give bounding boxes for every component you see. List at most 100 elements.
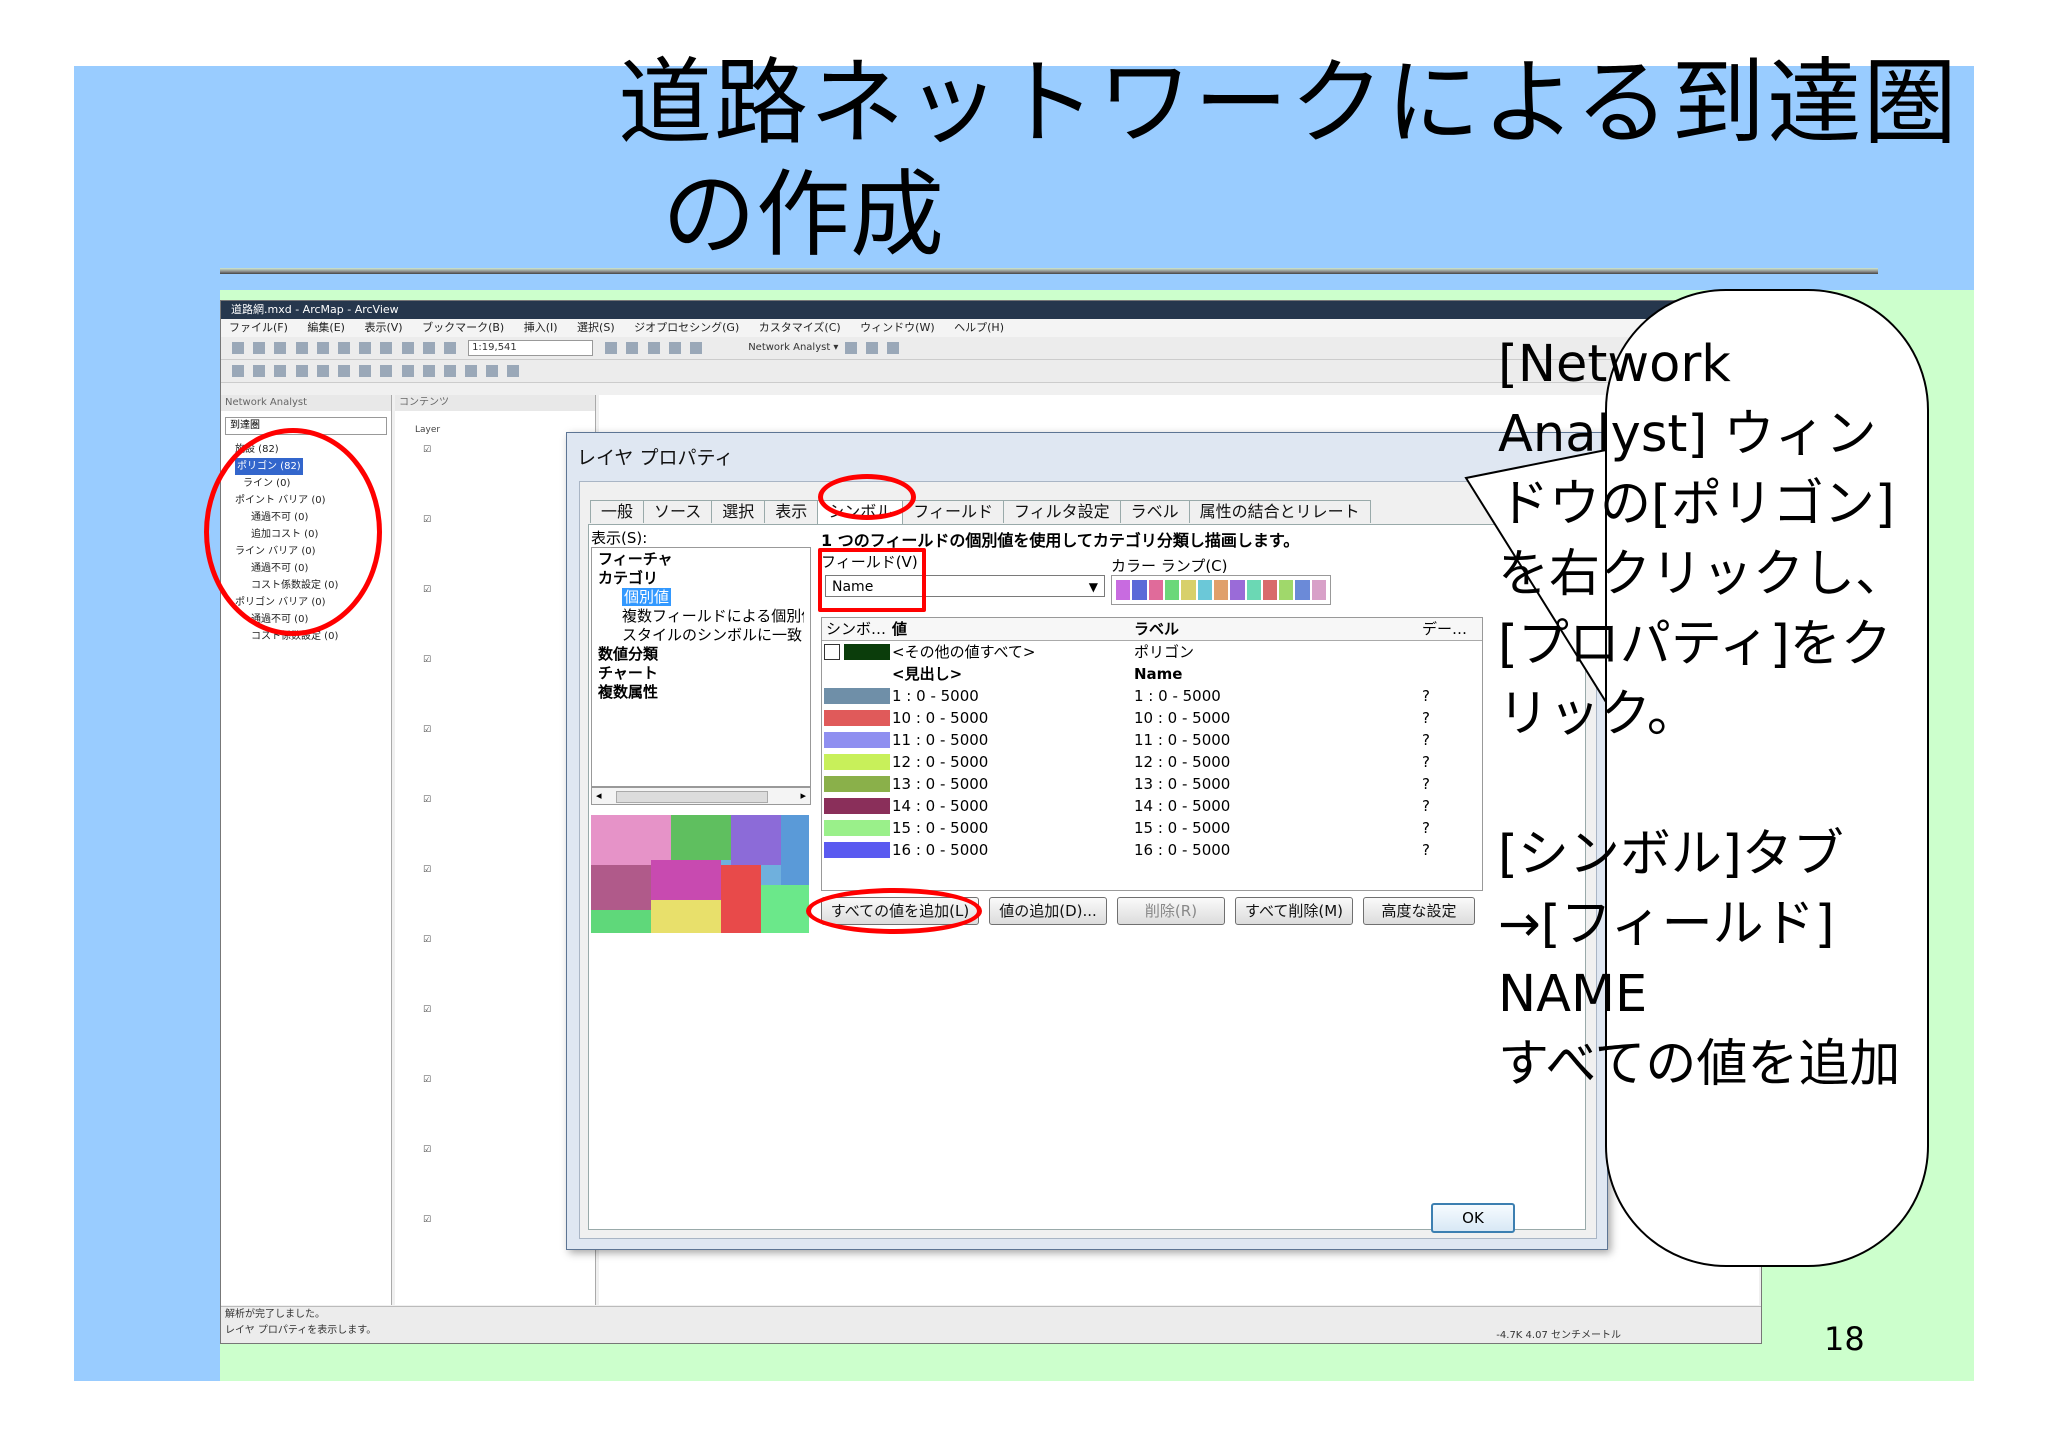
column-value[interactable]: 値 [892,618,907,640]
toc-checkbox-icon[interactable]: ☑ [423,1215,431,1225]
menu-item[interactable]: 選択(S) [577,321,615,334]
all-other-values-checkbox[interactable] [824,644,840,660]
status-bar: 解析が完了しました。 レイヤ プロパティを表示します。 -4.7K 4.07 セ… [221,1306,1761,1343]
tab-fields[interactable]: フィールド [902,500,1004,523]
tab-selection[interactable]: 選択 [711,500,766,523]
toc-checkbox-icon[interactable]: ☑ [423,1145,431,1155]
identify-icon[interactable] [443,365,456,377]
network-analyst-toolbar-menu[interactable]: Network Analyst ▾ [748,342,838,353]
symbol-swatch[interactable] [824,688,890,704]
tab-display[interactable]: 表示 [764,500,819,523]
menu-item[interactable]: ファイル(F) [229,321,288,334]
symbol-swatch[interactable] [824,732,890,748]
column-label[interactable]: ラベル [1134,618,1179,640]
menu-item[interactable]: ブックマーク(B) [422,321,504,334]
redo-icon[interactable] [422,342,435,354]
add-data-icon[interactable] [443,342,456,354]
toc-checkbox-icon[interactable]: ☑ [423,515,431,525]
remove-button[interactable]: 削除(R) [1117,897,1225,925]
editor-icon[interactable] [605,342,618,354]
paste-icon[interactable] [359,342,372,354]
menu-item[interactable]: ジオプロセシング(G) [634,321,739,334]
toc-checkbox-icon[interactable]: ☑ [423,1075,431,1085]
hyperlink-icon[interactable] [507,365,520,377]
color-ramp-select[interactable] [1111,575,1331,605]
toc-checkbox-icon[interactable]: ☑ [423,655,431,665]
menu-item[interactable]: ウィンドウ(W) [860,321,934,334]
toc-checkbox-icon[interactable]: ☑ [423,865,431,875]
toolbox-icon[interactable] [668,342,681,354]
delete-icon[interactable] [380,342,393,354]
symbol-swatch[interactable] [824,754,890,770]
forward-icon[interactable] [380,365,393,377]
toc-title: コンテンツ [395,395,595,411]
scroll-thumb[interactable] [616,791,768,803]
symbol-swatch[interactable] [824,776,890,792]
tab-source[interactable]: ソース [643,500,713,523]
copy-icon[interactable] [337,342,350,354]
symbol-swatch[interactable] [824,710,890,726]
print-icon[interactable] [295,342,308,354]
na-window-icon[interactable] [844,342,857,354]
new-service-area-icon[interactable] [865,342,878,354]
zoom-out-icon[interactable] [253,365,266,377]
renderer-features[interactable]: フィーチャ [598,550,804,569]
fixed-zoom-in-icon[interactable] [316,365,329,377]
select-features-icon[interactable] [401,365,414,377]
row-label: 11 : 0 - 5000 [1134,731,1231,749]
tab-labels[interactable]: ラベル [1119,500,1190,523]
python-icon[interactable] [690,342,702,354]
symbol-swatch[interactable] [824,798,890,814]
pan-icon[interactable] [274,365,287,377]
renderer-unique-values-many[interactable]: 複数フィールドによる個別値 [598,607,804,626]
scroll-left-icon[interactable]: ◂ [596,789,602,802]
menu-item[interactable]: 表示(V) [364,321,402,334]
catalog-icon[interactable] [626,342,639,354]
scale-box[interactable]: 1:19,541 [468,340,594,356]
renderer-match-style[interactable]: スタイルのシンボルに一致 [598,626,804,645]
save-icon[interactable] [274,342,287,354]
back-icon[interactable] [359,365,372,377]
column-symbol[interactable]: シンボ… [826,618,886,640]
fixed-zoom-out-icon[interactable] [337,365,350,377]
select-elements-icon[interactable] [422,365,435,377]
zoom-in-icon[interactable] [232,365,244,377]
menu-item[interactable]: ヘルプ(H) [954,321,1004,334]
renderer-quantities[interactable]: 数値分類 [598,645,804,664]
new-icon[interactable] [232,342,244,354]
symbol-swatch[interactable] [844,644,890,660]
solve-icon[interactable] [887,342,900,354]
tab-general[interactable]: 一般 [590,500,645,523]
renderer-charts[interactable]: チャート [598,664,804,683]
search-icon[interactable] [647,342,660,354]
add-values-button[interactable]: 値の追加(D)... [989,897,1107,925]
renderer-unique-values[interactable]: 個別値 [622,588,672,606]
toc-checkbox-icon[interactable]: ☑ [423,445,431,455]
menu-item[interactable]: 挿入(I) [524,321,558,334]
toc-layer[interactable]: Layer [415,425,440,435]
toc-checkbox-icon[interactable]: ☑ [423,795,431,805]
renderer-multiple-attributes[interactable]: 複数属性 [598,683,804,702]
chevron-down-icon[interactable]: ▼ [1089,576,1098,598]
tab-definition-query[interactable]: フィルタ設定 [1002,500,1121,523]
annotation-circle-na-tree [204,428,382,636]
renderer-categories[interactable]: カテゴリ [598,569,804,588]
symbol-swatch[interactable] [824,842,890,858]
scroll-right-icon[interactable]: ▸ [800,789,806,802]
row-label: 15 : 0 - 5000 [1134,819,1231,837]
renderer-list-scrollbar[interactable]: ◂ ▸ [591,787,811,805]
menu-item[interactable]: カスタマイズ(C) [759,321,841,334]
color-ramp-swatch [1148,580,1163,600]
measure-icon[interactable] [486,365,499,377]
toc-checkbox-icon[interactable]: ☑ [423,725,431,735]
full-extent-icon[interactable] [295,365,308,377]
cut-icon[interactable] [316,342,329,354]
toc-checkbox-icon[interactable]: ☑ [423,1005,431,1015]
undo-icon[interactable] [401,342,414,354]
toc-checkbox-icon[interactable]: ☑ [423,585,431,595]
find-icon[interactable] [465,365,478,377]
toc-checkbox-icon[interactable]: ☑ [423,935,431,945]
menu-item[interactable]: 編集(E) [307,321,345,334]
open-icon[interactable] [253,342,266,354]
symbol-swatch[interactable] [824,820,890,836]
